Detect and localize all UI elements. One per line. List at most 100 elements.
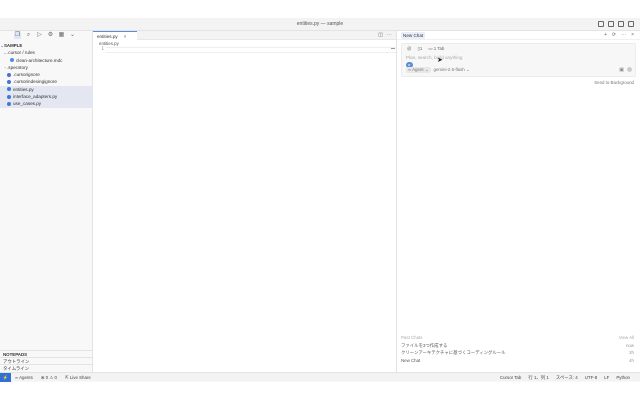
file-tree-item[interactable]: .cursorindexingignore bbox=[0, 78, 93, 85]
tab-entities-py[interactable]: entities.py × bbox=[93, 31, 137, 40]
timeline-section[interactable]: タイムライン bbox=[0, 364, 93, 371]
chat-header-actions: + ⟳ ⋯ × bbox=[604, 32, 634, 38]
problems-status[interactable]: ⊗ 0 ⚠ 0 bbox=[41, 373, 57, 382]
file-tree-item-label: .cursorindexingignore bbox=[13, 79, 57, 85]
status-item[interactable]: Cursor Tab bbox=[500, 373, 521, 382]
chat-panel: New Chat + ⟳ ⋯ × @ ▯1 ▭ 1 Tab Plan, sear… bbox=[397, 31, 640, 372]
toggle-panel-icon[interactable] bbox=[608, 21, 614, 27]
status-item[interactable]: UTF-8 bbox=[585, 373, 597, 382]
run-debug-icon[interactable]: ▷ bbox=[36, 32, 43, 39]
image-icon[interactable]: ▣ bbox=[619, 67, 624, 73]
file-icon bbox=[7, 87, 11, 92]
add-context-button[interactable]: @ bbox=[406, 46, 412, 52]
file-tree-item-label: .cursor / rules bbox=[7, 50, 35, 56]
file-tree-item-label: clean-architecture.mdc bbox=[16, 57, 63, 63]
past-chat-item[interactable]: ファイルを3つ作成する now bbox=[401, 342, 634, 350]
send-to-background-button[interactable]: Send to Background bbox=[594, 80, 634, 85]
chevron-down-icon: ⌄ bbox=[466, 67, 470, 72]
status-right: Cursor Tab 行 1、列 1 スペース: 4 UTF-8 LF Python bbox=[500, 373, 630, 382]
file-tree-item[interactable]: interface_adapters.py bbox=[0, 93, 93, 101]
explorer-sidebar: ❐ ⌕ ▷ ⚙ ▦ ⌄ ⌄ SAMPLE ⌄ .cursor / rules cle… bbox=[0, 31, 93, 372]
file-tree-item[interactable]: .cursorignore bbox=[0, 71, 93, 78]
past-chat-time: 4h bbox=[629, 357, 634, 363]
status-item[interactable]: 行 1、列 1 bbox=[528, 373, 549, 382]
file-tree-item[interactable]: clean-architecture.mdc bbox=[0, 57, 93, 64]
model-selector[interactable]: gemini-2.5-flash ⌄ bbox=[434, 67, 470, 73]
mouse-pointer-icon: ➤ bbox=[437, 57, 443, 64]
past-chats: Past Chats View All ファイルを3つ作成する now クリーンアー… bbox=[401, 334, 634, 364]
status-left: ∞ Agents ⊗ 0 ⚠ 0 ⇱ Live Share bbox=[15, 373, 91, 382]
minimap[interactable] bbox=[391, 48, 395, 49]
current-line[interactable] bbox=[106, 47, 396, 53]
chevron-down-icon[interactable]: ⌄ bbox=[69, 32, 76, 39]
agent-mode-dropdown[interactable]: ∞ Agent ⌄ bbox=[406, 67, 431, 73]
file-context-pill[interactable]: ▯1 bbox=[416, 46, 423, 52]
file-tree: ⌄ SAMPLE ⌄ .cursor / rules clean-architect… bbox=[0, 42, 93, 108]
file-icon bbox=[7, 102, 11, 107]
file-tree-item-label: use_cases.py bbox=[13, 101, 42, 107]
settings-icon[interactable] bbox=[628, 21, 634, 27]
status-item[interactable]: スペース: 4 bbox=[556, 373, 578, 382]
breadcrumb-file[interactable]: entities.py bbox=[99, 41, 119, 46]
file-context-count: 1 bbox=[419, 46, 423, 51]
chat-header: New Chat + ⟳ ⋯ × bbox=[397, 31, 640, 40]
search-icon[interactable]: ⌕ bbox=[25, 32, 32, 39]
split-editor-icon[interactable]: ◫ bbox=[378, 32, 383, 38]
agents-status[interactable]: ∞ Agents bbox=[15, 373, 33, 382]
editor-area: entities.py × ◫ ⋯ entities.py 1 bbox=[93, 31, 397, 372]
toggle-sidebar-icon[interactable] bbox=[598, 21, 604, 27]
view-all-link[interactable]: View All bbox=[619, 334, 634, 342]
notepads-section[interactable]: NOTEPADS bbox=[0, 350, 93, 357]
past-chat-item[interactable]: クリーンアーキテクチャに基づくコーディングルール 2h bbox=[401, 349, 634, 357]
code-line[interactable]: 1 bbox=[93, 47, 396, 53]
grid-icon[interactable]: ▦ bbox=[58, 32, 65, 39]
timeline-label: タイムライン bbox=[3, 366, 30, 371]
live-share-label: Live Share bbox=[69, 375, 91, 380]
files-icon[interactable]: ❐ bbox=[14, 32, 21, 39]
file-tree-item[interactable]: › .specstory bbox=[0, 64, 93, 71]
past-chat-label: クリーンアーキテクチャに基づくコーディングルール bbox=[401, 350, 506, 355]
window-title: entities.py — sample bbox=[296, 21, 344, 27]
tab-context-label: 1 Tab bbox=[433, 46, 445, 51]
chat-prompt-input[interactable]: Plan, search, build anything bbox=[406, 55, 462, 60]
file-tree-item-label: entities.py bbox=[13, 86, 34, 92]
past-chats-title: Past Chats bbox=[401, 335, 423, 340]
live-share-status[interactable]: ⇱ Live Share bbox=[65, 373, 91, 382]
status-bar: ⚡ ∞ Agents ⊗ 0 ⚠ 0 ⇱ Live Share Cursor T… bbox=[0, 372, 640, 382]
past-chats-header: Past Chats View All bbox=[401, 334, 634, 342]
file-icon bbox=[7, 94, 11, 99]
agent-row: ∞ Agent ⌄ gemini-2.5-flash ⌄ bbox=[406, 67, 470, 73]
file-tree-item-label: .specstory bbox=[7, 64, 28, 70]
past-chat-label: New Chat bbox=[401, 357, 421, 363]
status-item[interactable]: LF bbox=[604, 373, 609, 382]
tab-new-chat[interactable]: New Chat bbox=[401, 32, 426, 39]
chevron-down-icon: ⌄ bbox=[424, 67, 429, 72]
outline-section[interactable]: アウトライン bbox=[0, 357, 93, 364]
tab-label: entities.py bbox=[97, 33, 118, 39]
more-actions-icon[interactable]: ⋯ bbox=[387, 32, 392, 38]
status-item[interactable]: Python bbox=[616, 373, 630, 382]
workspace-root[interactable]: ⌄ SAMPLE bbox=[0, 42, 93, 49]
send-icon[interactable] bbox=[627, 67, 632, 72]
tab-context-pill[interactable]: ▭ 1 Tab bbox=[427, 46, 445, 52]
past-chat-item[interactable]: New Chat 4h bbox=[401, 357, 634, 365]
workspace-root-label: SAMPLE bbox=[4, 43, 23, 48]
history-icon[interactable]: ⟳ bbox=[612, 32, 616, 38]
file-icon bbox=[7, 80, 11, 85]
past-chat-time: now bbox=[625, 342, 634, 348]
file-tree-item[interactable]: ⌄ .cursor / rules bbox=[0, 49, 93, 56]
file-tree-item[interactable]: use_cases.py bbox=[0, 100, 93, 108]
file-tree-item[interactable]: entities.py bbox=[0, 85, 93, 94]
toggle-secondary-sidebar-icon[interactable] bbox=[618, 21, 624, 27]
more-icon[interactable]: ⋯ bbox=[621, 32, 626, 38]
chat-box-actions: ▣ bbox=[619, 67, 632, 73]
remote-icon[interactable]: ⚡ bbox=[0, 373, 11, 382]
editor-tabbar: entities.py × ◫ ⋯ bbox=[93, 31, 396, 40]
layout-controls bbox=[598, 21, 634, 27]
breadcrumb[interactable]: entities.py bbox=[93, 40, 396, 47]
file-icon bbox=[10, 58, 14, 63]
close-icon[interactable]: × bbox=[631, 32, 634, 38]
close-icon[interactable]: × bbox=[124, 34, 127, 39]
new-chat-icon[interactable]: + bbox=[604, 32, 607, 38]
extensions-icon[interactable]: ⚙ bbox=[47, 32, 54, 39]
